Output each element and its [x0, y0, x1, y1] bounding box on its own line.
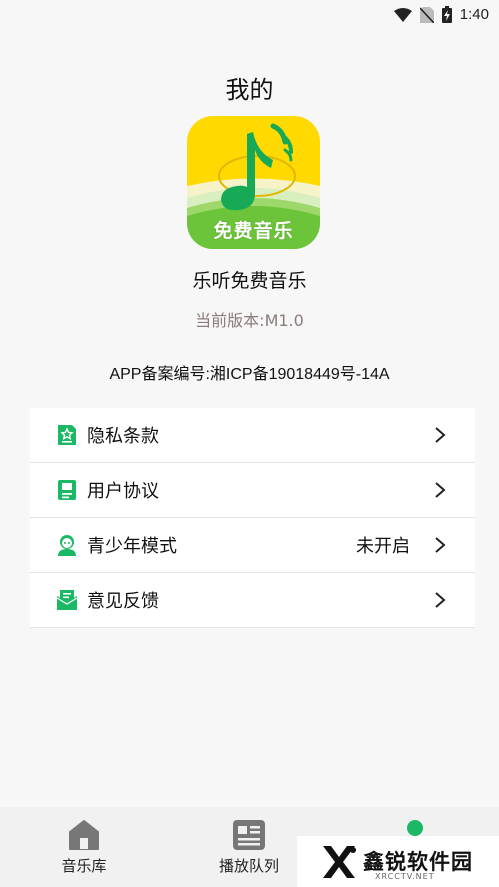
teen-mode-status: 未开启 — [356, 536, 410, 557]
feedback-icon — [56, 590, 78, 610]
chevron-right-icon — [435, 482, 446, 498]
wifi-icon — [393, 7, 412, 22]
version-text: 当前版本:M1.0 — [195, 311, 304, 330]
app-name: 乐听免费音乐 — [192, 270, 307, 292]
nav-music-library[interactable]: 音乐库 — [34, 807, 134, 887]
watermark-subtext: XRCCTV.NET — [375, 872, 435, 881]
chevron-right-icon — [435, 537, 446, 553]
chevron-right-icon — [435, 592, 446, 608]
menu-item-user-agreement[interactable]: 用户协议 — [30, 463, 475, 518]
privacy-icon — [58, 425, 76, 445]
menu-label: 用户协议 — [87, 481, 159, 502]
nav-label: 播放队列 — [218, 857, 279, 875]
status-bar: 1:40 — [0, 0, 499, 30]
watermark-logo-icon — [323, 846, 356, 878]
menu-label: 意见反馈 — [87, 591, 159, 612]
menu-label: 青少年模式 — [87, 536, 177, 557]
menu-item-teen-mode[interactable]: 青少年模式 未开启 — [30, 518, 475, 573]
home-icon — [69, 820, 99, 850]
settings-menu: 隐私条款 用户协议 青少年模式 未开启 意见反馈 — [30, 408, 475, 628]
menu-item-feedback[interactable]: 意见反馈 — [30, 573, 475, 628]
watermark: 鑫锐软件园 XRCCTV.NET — [297, 836, 499, 887]
nav-label: 音乐库 — [61, 857, 107, 875]
menu-label: 隐私条款 — [87, 426, 159, 447]
playlist-icon — [233, 820, 265, 850]
app-logo: 免费音乐 — [187, 116, 320, 249]
page-title: 我的 — [225, 76, 274, 104]
menu-item-privacy[interactable]: 隐私条款 — [30, 408, 475, 463]
status-time: 1:40 — [459, 6, 489, 23]
logo-text: 免费音乐 — [213, 220, 294, 242]
no-sim-icon — [419, 6, 434, 23]
teen-mode-icon — [58, 535, 76, 556]
battery-charging-icon — [441, 6, 452, 23]
chevron-right-icon — [435, 427, 446, 443]
nav-play-queue[interactable]: 播放队列 — [199, 807, 299, 887]
agreement-icon — [58, 480, 76, 500]
icp-record: APP备案编号:湘ICP备19018449号-14A — [109, 366, 390, 383]
